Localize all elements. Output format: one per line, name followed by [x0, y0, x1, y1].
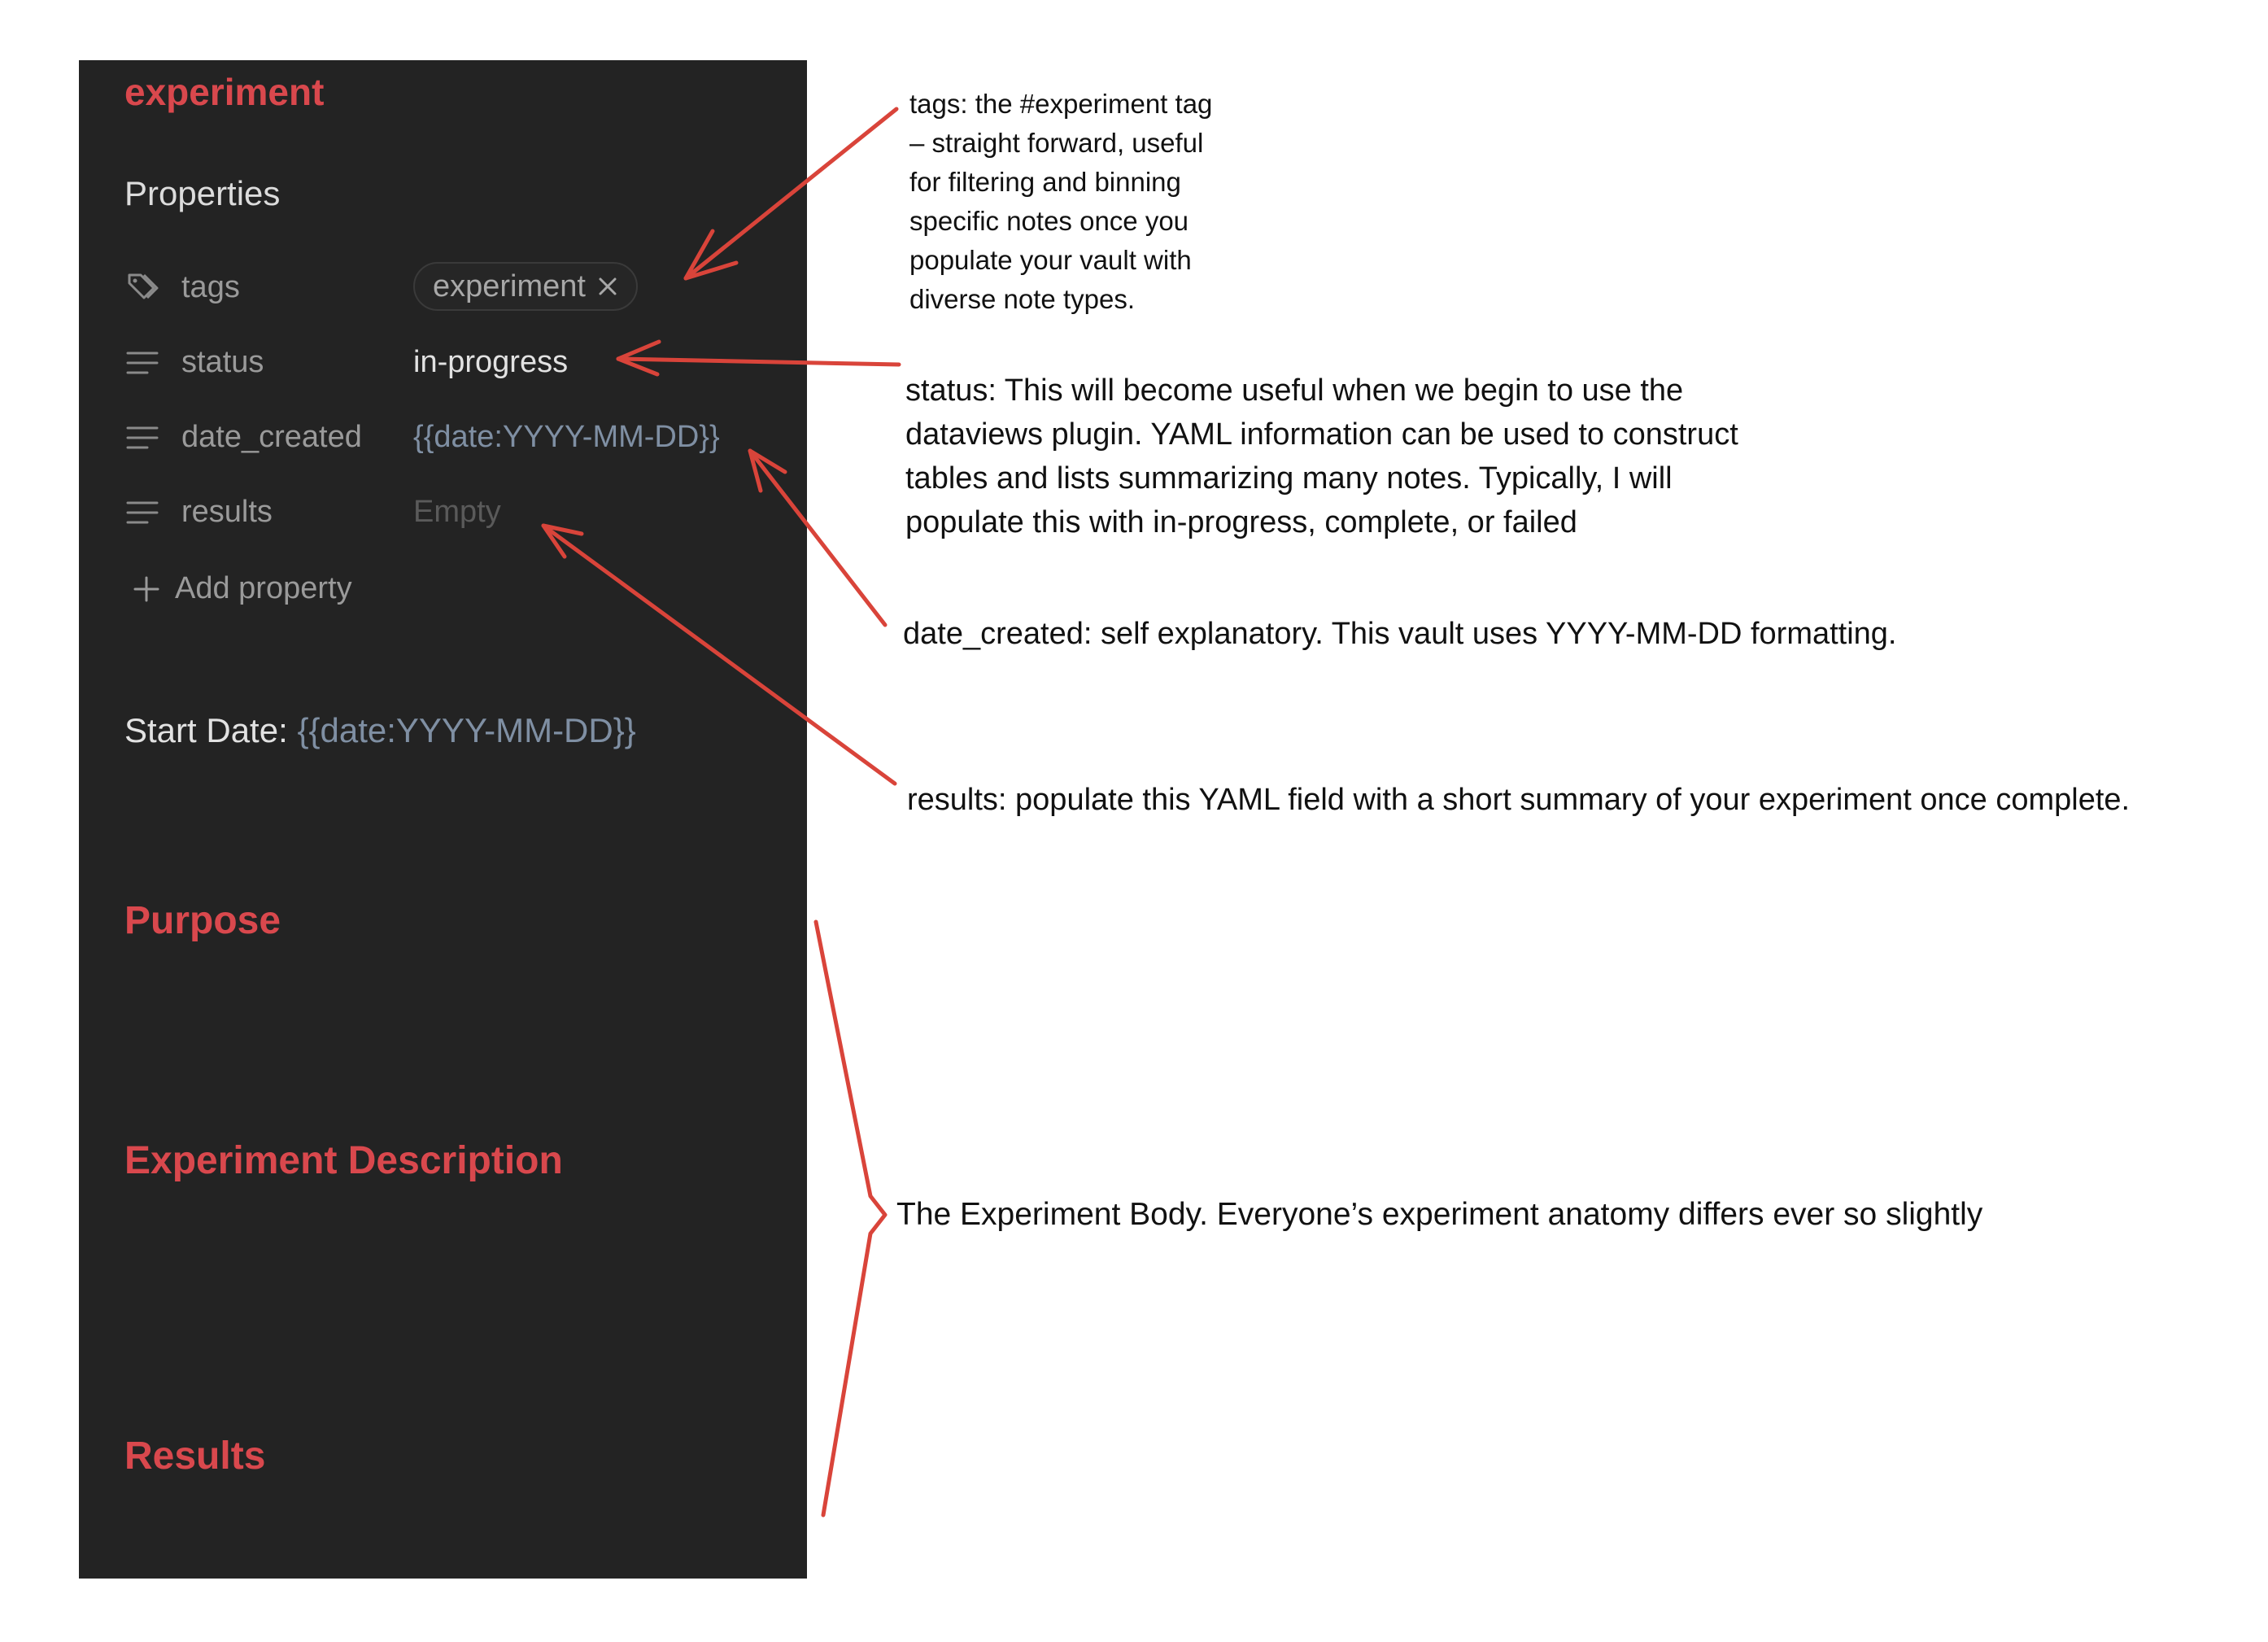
arrow-to-status — [616, 339, 901, 377]
arrow-to-tags — [683, 107, 899, 281]
arrow-to-results — [541, 523, 897, 786]
arrow-to-date-created — [748, 448, 888, 627]
curly-brace — [813, 919, 888, 1518]
annotation-overlay — [541, 107, 901, 1518]
